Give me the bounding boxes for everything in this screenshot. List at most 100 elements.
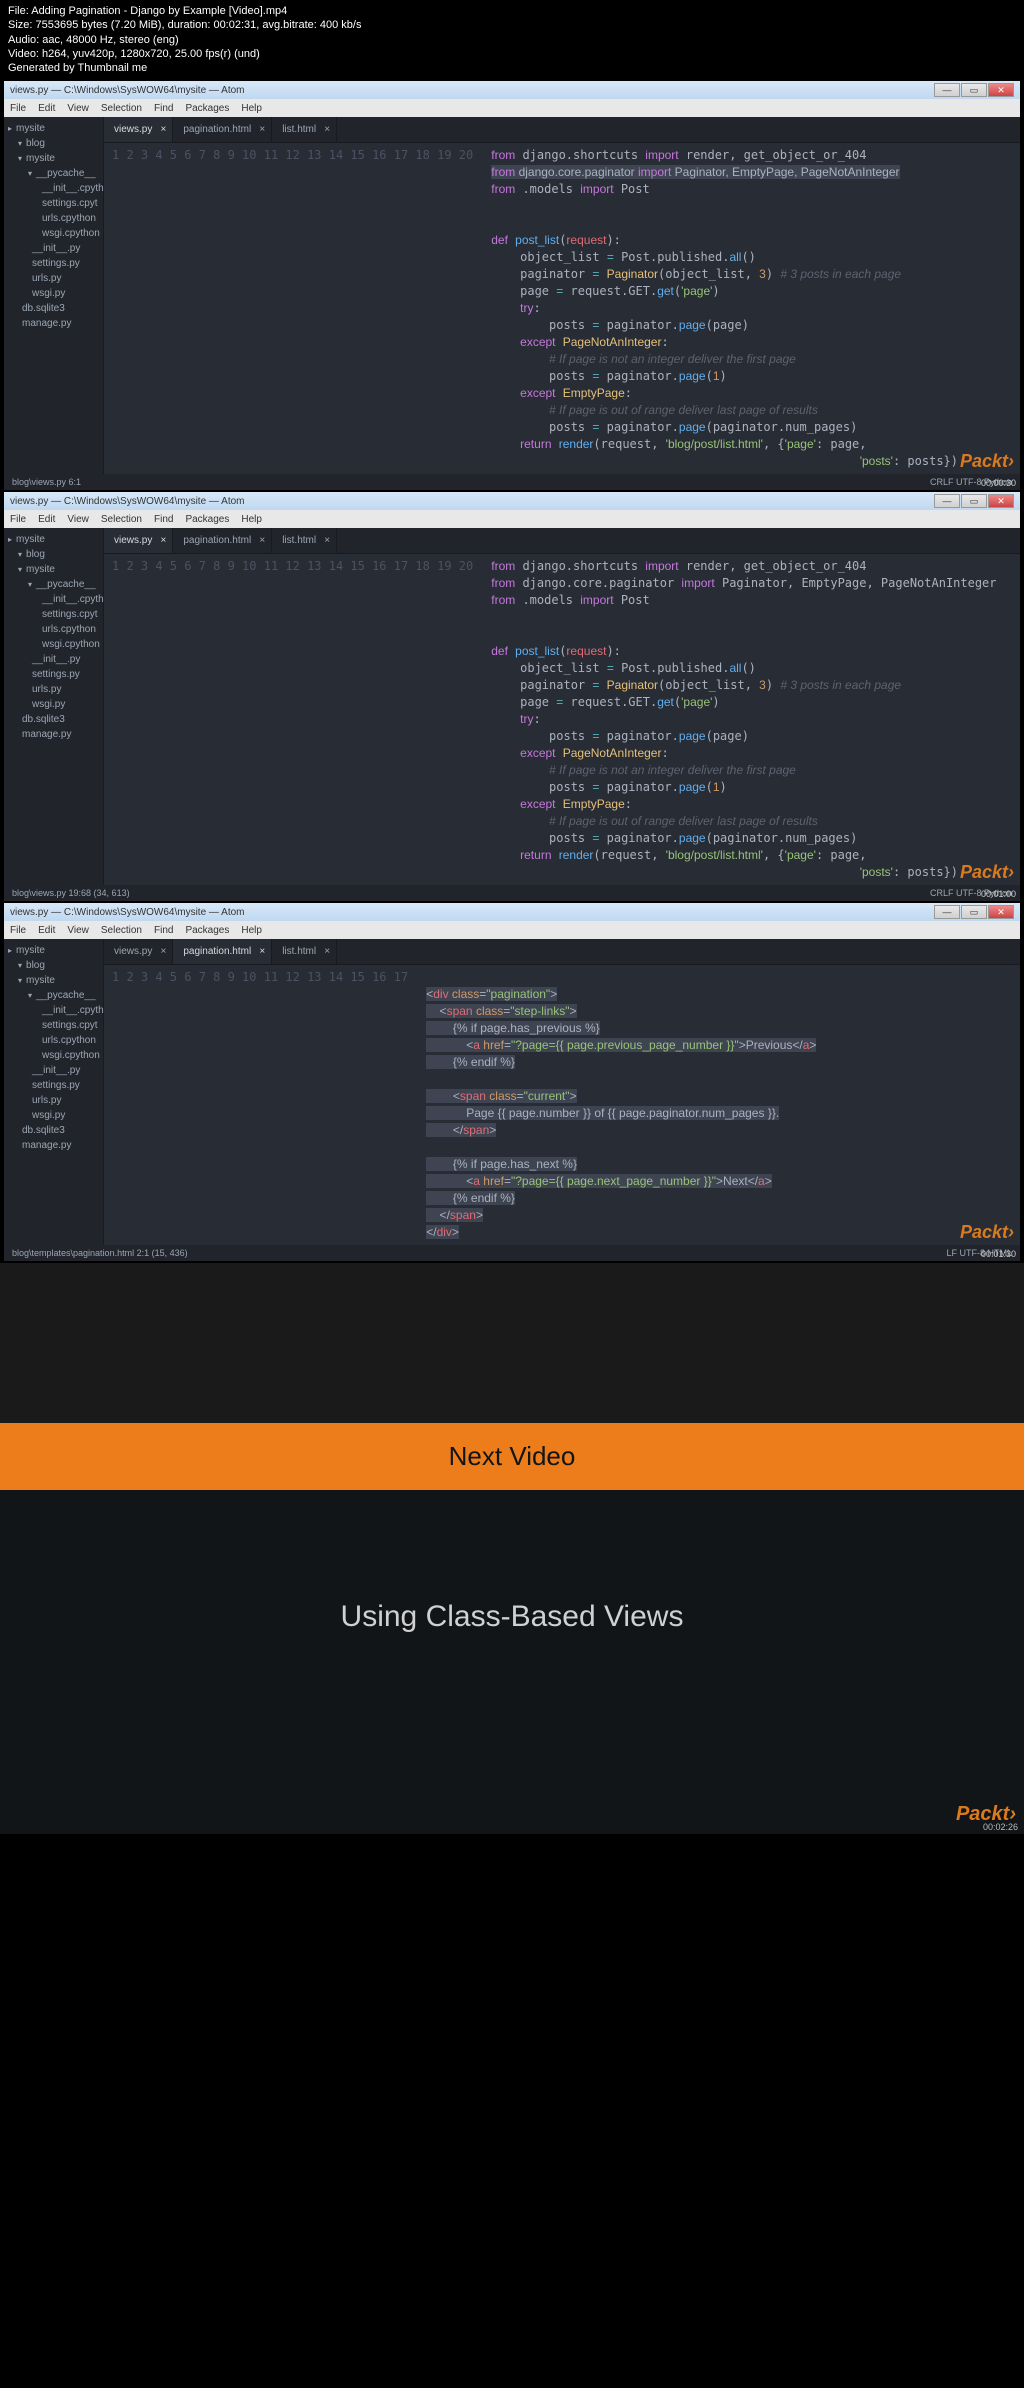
- tab-pagination-html[interactable]: pagination.html×: [173, 939, 272, 964]
- menu-selection[interactable]: Selection: [101, 925, 142, 936]
- menu-file[interactable]: File: [10, 925, 26, 936]
- minimize-button[interactable]: —: [934, 494, 960, 508]
- close-icon[interactable]: ×: [259, 535, 265, 546]
- close-icon[interactable]: ×: [161, 535, 167, 546]
- code-content[interactable]: from django.shortcuts import render, get…: [483, 143, 1020, 474]
- tab-list-html[interactable]: list.html×: [272, 528, 337, 553]
- tree-item-mysite[interactable]: ▾mysite: [4, 151, 103, 166]
- menu-selection[interactable]: Selection: [101, 103, 142, 114]
- maximize-button[interactable]: ▭: [961, 494, 987, 508]
- tree-item---init---cpyth[interactable]: __init__.cpyth: [4, 181, 103, 196]
- minimize-button[interactable]: —: [934, 905, 960, 919]
- titlebar[interactable]: views.py — C:\Windows\SysWOW64\mysite — …: [4, 903, 1020, 921]
- tab-pagination-html[interactable]: pagination.html×: [173, 528, 272, 553]
- tree-item---init---py[interactable]: __init__.py: [4, 241, 103, 256]
- code-editor[interactable]: 1 2 3 4 5 6 7 8 9 10 11 12 13 14 15 16 1…: [104, 143, 1020, 474]
- tree-item-blog[interactable]: ▾blog: [4, 547, 103, 562]
- tree-item-settings-py[interactable]: settings.py: [4, 667, 103, 682]
- tree-item-manage-py[interactable]: manage.py: [4, 316, 103, 331]
- tree-item-mysite[interactable]: ▸mysite: [4, 532, 103, 547]
- tree-item-mysite[interactable]: ▾mysite: [4, 562, 103, 577]
- tree-item-mysite[interactable]: ▸mysite: [4, 121, 103, 136]
- maximize-button[interactable]: ▭: [961, 905, 987, 919]
- menu-packages[interactable]: Packages: [185, 103, 229, 114]
- menu-file[interactable]: File: [10, 103, 26, 114]
- tree-item-urls-py[interactable]: urls.py: [4, 271, 103, 286]
- code-content[interactable]: <div class="pagination"> <span class="st…: [418, 965, 1020, 1245]
- close-icon[interactable]: ×: [324, 946, 330, 957]
- tree-item---init---cpyth[interactable]: __init__.cpyth: [4, 1003, 103, 1018]
- tree-item---init---py[interactable]: __init__.py: [4, 1063, 103, 1078]
- close-icon[interactable]: ×: [259, 124, 265, 135]
- tree-item-settings-py[interactable]: settings.py: [4, 1078, 103, 1093]
- menu-help[interactable]: Help: [241, 103, 262, 114]
- file-tree[interactable]: ▸mysite▾blog▾mysite▾__pycache____init__.…: [4, 528, 104, 885]
- tree-item-wsgi-cpython[interactable]: wsgi.cpython: [4, 226, 103, 241]
- tree-item---init---cpyth[interactable]: __init__.cpyth: [4, 592, 103, 607]
- tree-item-blog[interactable]: ▾blog: [4, 136, 103, 151]
- menu-help[interactable]: Help: [241, 925, 262, 936]
- close-button[interactable]: ✕: [988, 494, 1014, 508]
- tree-item---init---py[interactable]: __init__.py: [4, 652, 103, 667]
- tree-item-urls-py[interactable]: urls.py: [4, 1093, 103, 1108]
- menu-packages[interactable]: Packages: [185, 925, 229, 936]
- menu-find[interactable]: Find: [154, 925, 173, 936]
- tree-item---pycache--[interactable]: ▾__pycache__: [4, 988, 103, 1003]
- tree-item-settings-cpyt[interactable]: settings.cpyt: [4, 196, 103, 211]
- tree-item-urls-cpython[interactable]: urls.cpython: [4, 1033, 103, 1048]
- tree-item-settings-py[interactable]: settings.py: [4, 256, 103, 271]
- close-icon[interactable]: ×: [259, 946, 265, 957]
- tree-item-manage-py[interactable]: manage.py: [4, 727, 103, 742]
- close-icon[interactable]: ×: [324, 124, 330, 135]
- tree-item-urls-py[interactable]: urls.py: [4, 682, 103, 697]
- menu-edit[interactable]: Edit: [38, 925, 55, 936]
- tree-item---pycache--[interactable]: ▾__pycache__: [4, 577, 103, 592]
- code-content[interactable]: from django.shortcuts import render, get…: [483, 554, 1020, 885]
- close-icon[interactable]: ×: [161, 124, 167, 135]
- tree-item-db-sqlite3[interactable]: db.sqlite3: [4, 1123, 103, 1138]
- tree-item-blog[interactable]: ▾blog: [4, 958, 103, 973]
- maximize-button[interactable]: ▭: [961, 83, 987, 97]
- file-tree[interactable]: ▸mysite▾blog▾mysite▾__pycache____init__.…: [4, 939, 104, 1245]
- tree-item-wsgi-py[interactable]: wsgi.py: [4, 1108, 103, 1123]
- code-editor[interactable]: 1 2 3 4 5 6 7 8 9 10 11 12 13 14 15 16 1…: [104, 965, 1020, 1245]
- minimize-button[interactable]: —: [934, 83, 960, 97]
- menu-edit[interactable]: Edit: [38, 103, 55, 114]
- tree-item-mysite[interactable]: ▾mysite: [4, 973, 103, 988]
- file-tree[interactable]: ▸mysite▾blog▾mysite▾__pycache____init__.…: [4, 117, 104, 474]
- tree-item-db-sqlite3[interactable]: db.sqlite3: [4, 301, 103, 316]
- menu-help[interactable]: Help: [241, 514, 262, 525]
- menu-view[interactable]: View: [67, 103, 89, 114]
- tree-item-manage-py[interactable]: manage.py: [4, 1138, 103, 1153]
- close-button[interactable]: ✕: [988, 83, 1014, 97]
- tree-item-wsgi-py[interactable]: wsgi.py: [4, 697, 103, 712]
- tab-list-html[interactable]: list.html×: [272, 117, 337, 142]
- tree-item-settings-cpyt[interactable]: settings.cpyt: [4, 607, 103, 622]
- close-button[interactable]: ✕: [988, 905, 1014, 919]
- menu-selection[interactable]: Selection: [101, 514, 142, 525]
- close-icon[interactable]: ×: [324, 535, 330, 546]
- tree-item-wsgi-py[interactable]: wsgi.py: [4, 286, 103, 301]
- titlebar[interactable]: views.py — C:\Windows\SysWOW64\mysite — …: [4, 81, 1020, 99]
- tab-views-py[interactable]: views.py×: [104, 117, 173, 142]
- close-icon[interactable]: ×: [161, 946, 167, 957]
- tab-views-py[interactable]: views.py×: [104, 939, 173, 964]
- tree-item-db-sqlite3[interactable]: db.sqlite3: [4, 712, 103, 727]
- tab-views-py[interactable]: views.py×: [104, 528, 173, 553]
- tree-item---pycache--[interactable]: ▾__pycache__: [4, 166, 103, 181]
- tree-item-wsgi-cpython[interactable]: wsgi.cpython: [4, 1048, 103, 1063]
- tab-list-html[interactable]: list.html×: [272, 939, 337, 964]
- tree-item-urls-cpython[interactable]: urls.cpython: [4, 622, 103, 637]
- tree-item-settings-cpyt[interactable]: settings.cpyt: [4, 1018, 103, 1033]
- tab-pagination-html[interactable]: pagination.html×: [173, 117, 272, 142]
- tree-item-urls-cpython[interactable]: urls.cpython: [4, 211, 103, 226]
- menu-find[interactable]: Find: [154, 103, 173, 114]
- menu-file[interactable]: File: [10, 514, 26, 525]
- menu-packages[interactable]: Packages: [185, 514, 229, 525]
- tree-item-mysite[interactable]: ▸mysite: [4, 943, 103, 958]
- menu-view[interactable]: View: [67, 925, 89, 936]
- menu-edit[interactable]: Edit: [38, 514, 55, 525]
- tree-item-wsgi-cpython[interactable]: wsgi.cpython: [4, 637, 103, 652]
- titlebar[interactable]: views.py — C:\Windows\SysWOW64\mysite — …: [4, 492, 1020, 510]
- menu-find[interactable]: Find: [154, 514, 173, 525]
